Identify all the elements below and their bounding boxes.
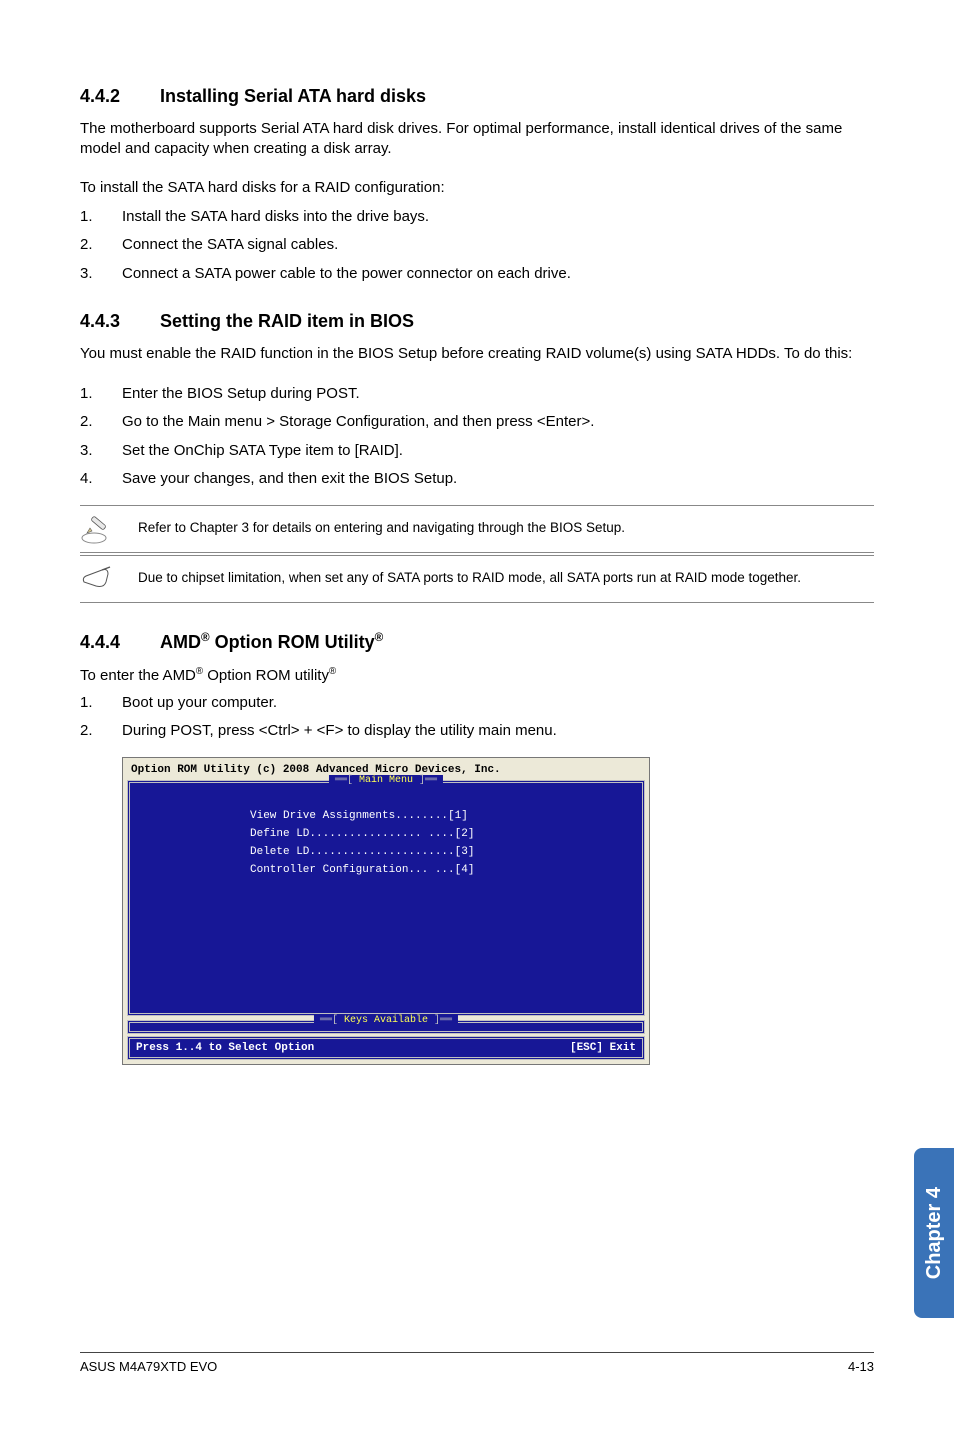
heading-text: Setting the RAID item in BIOS	[160, 311, 414, 331]
list-number: 1.	[80, 692, 122, 715]
list-text: Enter the BIOS Setup during POST.	[122, 383, 360, 406]
hand-pointing-icon	[80, 564, 120, 594]
paragraph: You must enable the RAID function in the…	[80, 344, 874, 364]
note-block: Refer to Chapter 3 for details on enteri…	[80, 505, 874, 553]
list-number: 2.	[80, 234, 122, 257]
heading-number: 4.4.2	[80, 86, 160, 107]
list-number: 4.	[80, 468, 122, 491]
list-text: Save your changes, and then exit the BIO…	[122, 468, 457, 491]
bios-footer-left: Press 1..4 to Select Option	[136, 1042, 314, 1054]
list-text: Set the OnChip SATA Type item to [RAID].	[122, 440, 403, 463]
bios-menu-item: Delete LD......................[3]	[140, 843, 632, 861]
list-text: During POST, press <Ctrl> + <F> to displ…	[122, 720, 557, 743]
note-text: Refer to Chapter 3 for details on enteri…	[138, 519, 625, 537]
bios-menu-item: Controller Configuration... ...[4]	[140, 861, 632, 879]
bios-menu-item: Define LD................. ....[2]	[140, 825, 632, 843]
bios-menu-item: View Drive Assignments........[1]	[140, 807, 632, 825]
list-text: Go to the Main menu > Storage Configurat…	[122, 411, 594, 434]
ordered-list: 1.Enter the BIOS Setup during POST. 2.Go…	[80, 383, 874, 491]
paragraph: To install the SATA hard disks for a RAI…	[80, 178, 874, 198]
pencil-icon	[80, 514, 120, 544]
heading-4-4-3: 4.4.3Setting the RAID item in BIOS	[80, 311, 874, 332]
list-number: 3.	[80, 263, 122, 286]
bios-footer-right: [ESC] Exit	[570, 1042, 636, 1054]
bios-screenshot: Option ROM Utility (c) 2008 Advanced Mic…	[80, 753, 874, 1065]
heading-number: 4.4.4	[80, 632, 160, 653]
page-footer: ASUS M4A79XTD EVO 4-13	[80, 1352, 874, 1374]
ordered-list: 1.Install the SATA hard disks into the d…	[80, 206, 874, 286]
paragraph: To enter the AMD® Option ROM utility®	[80, 665, 874, 686]
footer-right: 4-13	[848, 1359, 874, 1374]
list-text: Connect the SATA signal cables.	[122, 234, 338, 257]
list-text: Boot up your computer.	[122, 692, 277, 715]
paragraph: The motherboard supports Serial ATA hard…	[80, 119, 874, 160]
heading-4-4-4: 4.4.4AMD® Option ROM Utility®	[80, 631, 874, 653]
list-number: 2.	[80, 411, 122, 434]
list-number: 1.	[80, 383, 122, 406]
list-text: Install the SATA hard disks into the dri…	[122, 206, 429, 229]
heading-text: Installing Serial ATA hard disks	[160, 86, 426, 106]
chapter-side-tab: Chapter 4	[914, 1148, 954, 1318]
bios-footer: Press 1..4 to Select Option [ESC] Exit	[127, 1036, 645, 1060]
list-number: 3.	[80, 440, 122, 463]
footer-left: ASUS M4A79XTD EVO	[80, 1359, 217, 1374]
bios-box-label: ══[ Keys Available ]══	[314, 1015, 458, 1026]
note-block: Due to chipset limitation, when set any …	[80, 555, 874, 603]
heading-text: AMD® Option ROM Utility®	[160, 632, 383, 652]
side-tab-label: Chapter 4	[923, 1187, 946, 1279]
list-text: Connect a SATA power cable to the power …	[122, 263, 571, 286]
heading-number: 4.4.3	[80, 311, 160, 332]
list-number: 2.	[80, 720, 122, 743]
bios-main-menu-box: ══[ Main Menu ]══ View Drive Assignments…	[127, 780, 645, 1016]
heading-4-4-2: 4.4.2Installing Serial ATA hard disks	[80, 86, 874, 107]
bios-box-label: ══[ Main Menu ]══	[329, 775, 443, 786]
note-text: Due to chipset limitation, when set any …	[138, 569, 801, 587]
bios-keys-box: ══[ Keys Available ]══	[127, 1020, 645, 1034]
list-number: 1.	[80, 206, 122, 229]
ordered-list: 1.Boot up your computer. 2.During POST, …	[80, 692, 874, 743]
